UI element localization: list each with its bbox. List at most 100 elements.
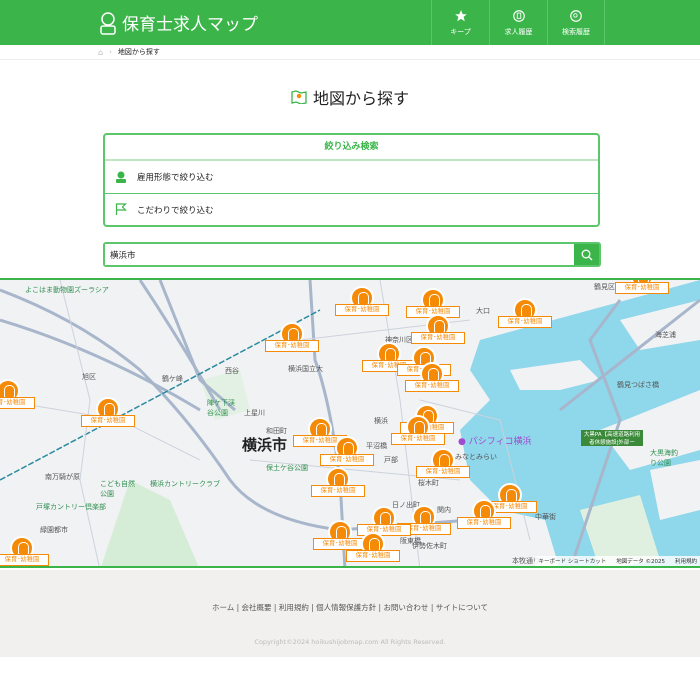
map-marker[interactable]: 保育･幼稚園 [320,436,374,468]
page-title: 地図から探す [0,85,700,109]
nav-job-history[interactable]: 求人履歴 [489,0,547,45]
filter-heading: 絞り込み検索 [105,135,598,161]
breadcrumb: ⌂ › 地図から探す [0,45,700,60]
footer-link-contact[interactable]: お問い合わせ [383,603,428,612]
filter-row-label: こだわりで絞り込む [137,204,214,216]
nav-label: キープ [450,27,471,37]
flag-icon [115,203,127,216]
search-input[interactable] [105,244,574,265]
map-label: 横浜カントリークラブ [150,479,220,489]
map-marker[interactable]: 保育･幼稚園 [615,278,669,296]
footer-links: ホーム | 会社概要 | 利用規約 | 個人情報保護方針 | お問い合わせ | … [0,602,700,613]
map-marker[interactable]: 保育･幼稚園 [335,286,389,318]
filter-panel: 絞り込み検索 雇用形態で絞り込む こだわりで絞り込む [103,133,600,227]
marker-label: 保育･幼稚園 [320,454,374,466]
city-label: 横浜市 [242,434,287,455]
map-icon [291,90,307,104]
map-marker[interactable]: 保育･幼稚園 [411,314,465,346]
map-label: 西谷 [225,366,239,376]
map-data-credit: 地図データ ©2025 [616,557,665,565]
nav-search-history[interactable]: 検索履歴 [547,0,605,45]
marker-label: 保育･幼稚園 [457,517,511,529]
filter-preferences[interactable]: こだわりで絞り込む [105,193,598,225]
map-marker[interactable]: 保育･幼稚園 [0,536,49,568]
map-label: 大黒PA【高速道路利用者休憩施設|外部ー [581,430,643,446]
keyboard-shortcuts-link[interactable]: キーボード ショートカット [538,557,606,565]
footer: ホーム | 会社概要 | 利用規約 | 個人情報保護方針 | お問い合わせ | … [0,570,700,657]
search-bar [103,242,601,267]
marker-label: 保育･幼稚園 [311,485,365,497]
marker-label: 保育･幼稚園 [0,554,49,566]
map-label: 大口 [476,306,490,316]
map-marker[interactable]: 保育･幼稚園 [346,532,400,564]
marker-label: 保育･幼稚園 [391,433,445,445]
filter-employment-type[interactable]: 雇用形態で絞り込む [105,161,598,193]
map-label: 緑園都市 [40,525,68,535]
map-marker[interactable]: 保育･幼稚園 [0,379,35,411]
map-label: 大黒海釣り公園 [650,448,680,468]
search-button[interactable] [574,244,599,265]
map-marker[interactable]: 保育･幼稚園 [416,448,470,480]
marker-label: 保育･幼稚園 [335,304,389,316]
nav-label: 求人履歴 [505,27,533,37]
map-label: 横浜国立大 [288,364,323,374]
map-marker[interactable]: 保育･幼稚園 [81,397,135,429]
landmark-label: パシフィコ横浜 [469,437,532,447]
map-marker[interactable]: 保育･幼稚園 [498,298,552,330]
star-icon [454,9,468,23]
landmark-pacifico[interactable]: ● パシフィコ横浜 [458,434,532,447]
marker-label: 保育･幼稚園 [265,340,319,352]
person-icon [115,171,127,183]
breadcrumb-current: 地図から探す [118,47,160,57]
site-title: 保育士求人マップ [122,10,258,35]
search-icon [581,249,593,261]
nursery-teacher-icon [98,11,118,35]
map-label: 伊勢佐木町 [412,541,447,551]
nav-keep[interactable]: キープ [431,0,489,45]
marker-label: 保育･幼稚園 [411,332,465,344]
map-label: 横浜 [374,416,388,426]
map-label: 陣ケ下渓谷公園 [207,398,237,418]
map-marker[interactable]: 保育･幼稚園 [405,362,459,394]
map-label: よこはま動物園ズーラシア [25,285,109,295]
landmark-icon: ● [458,437,466,447]
map-marker[interactable]: 保育･幼稚園 [391,415,445,447]
map-terms-link[interactable]: 利用規約 [675,557,697,565]
map-label: 海芝浦 [655,330,676,340]
filter-row-label: 雇用形態で絞り込む [137,171,214,183]
map-attribution: キーボード ショートカット 地図データ ©2025 利用規約 [535,556,700,566]
map-label: 戸部 [384,455,398,465]
marker-label: 保育･幼稚園 [416,466,470,478]
footer-link-about[interactable]: サイトについて [436,603,488,612]
chevron-right-icon: › [109,48,112,56]
marker-label: 保育･幼稚園 [346,550,400,562]
footer-link-privacy[interactable]: 個人情報保護方針 [316,603,376,612]
map-label: こども自然公園 [100,479,135,499]
marker-label: 保育･幼稚園 [615,282,669,294]
map-label: 中華街 [535,512,556,522]
marker-label: 保育･幼稚園 [0,397,35,409]
footer-link-home[interactable]: ホーム [212,603,234,612]
map-label: 旭区 [82,372,96,382]
page-title-text: 地図から探す [313,85,409,109]
header-nav: キープ 求人履歴 検索履歴 [431,0,605,45]
map-label: 上星川 [244,408,265,418]
map[interactable]: よこはま動物園ズーラシア 旭区 西谷 鶴ケ峰 横浜国立大 陣ケ下渓谷公園 上星川… [0,278,700,568]
map-marker[interactable]: 保育･幼稚園 [457,499,511,531]
map-marker[interactable]: 保育･幼稚園 [311,467,365,499]
map-label: 鶴見区 [594,282,615,292]
marker-label: 保育･幼稚園 [498,316,552,328]
map-marker[interactable]: 保育･幼稚園 [265,322,319,354]
marker-label: 保育･幼稚園 [405,380,459,392]
map-label: 鶴見つばさ橋 [617,380,659,390]
map-label: 戸塚カントリー倶楽部 [36,502,106,512]
nav-label: 検索履歴 [562,27,590,37]
footer-link-terms[interactable]: 利用規約 [279,603,309,612]
footer-link-company[interactable]: 会社概要 [242,603,272,612]
history-doc-icon [512,9,526,23]
marker-label: 保育･幼稚園 [81,415,135,427]
history-search-icon [569,9,583,23]
site-header: 保育士求人マップ キープ 求人履歴 検索履歴 [0,0,700,45]
home-icon[interactable]: ⌂ [98,48,103,57]
site-logo[interactable]: 保育士求人マップ [98,10,258,35]
